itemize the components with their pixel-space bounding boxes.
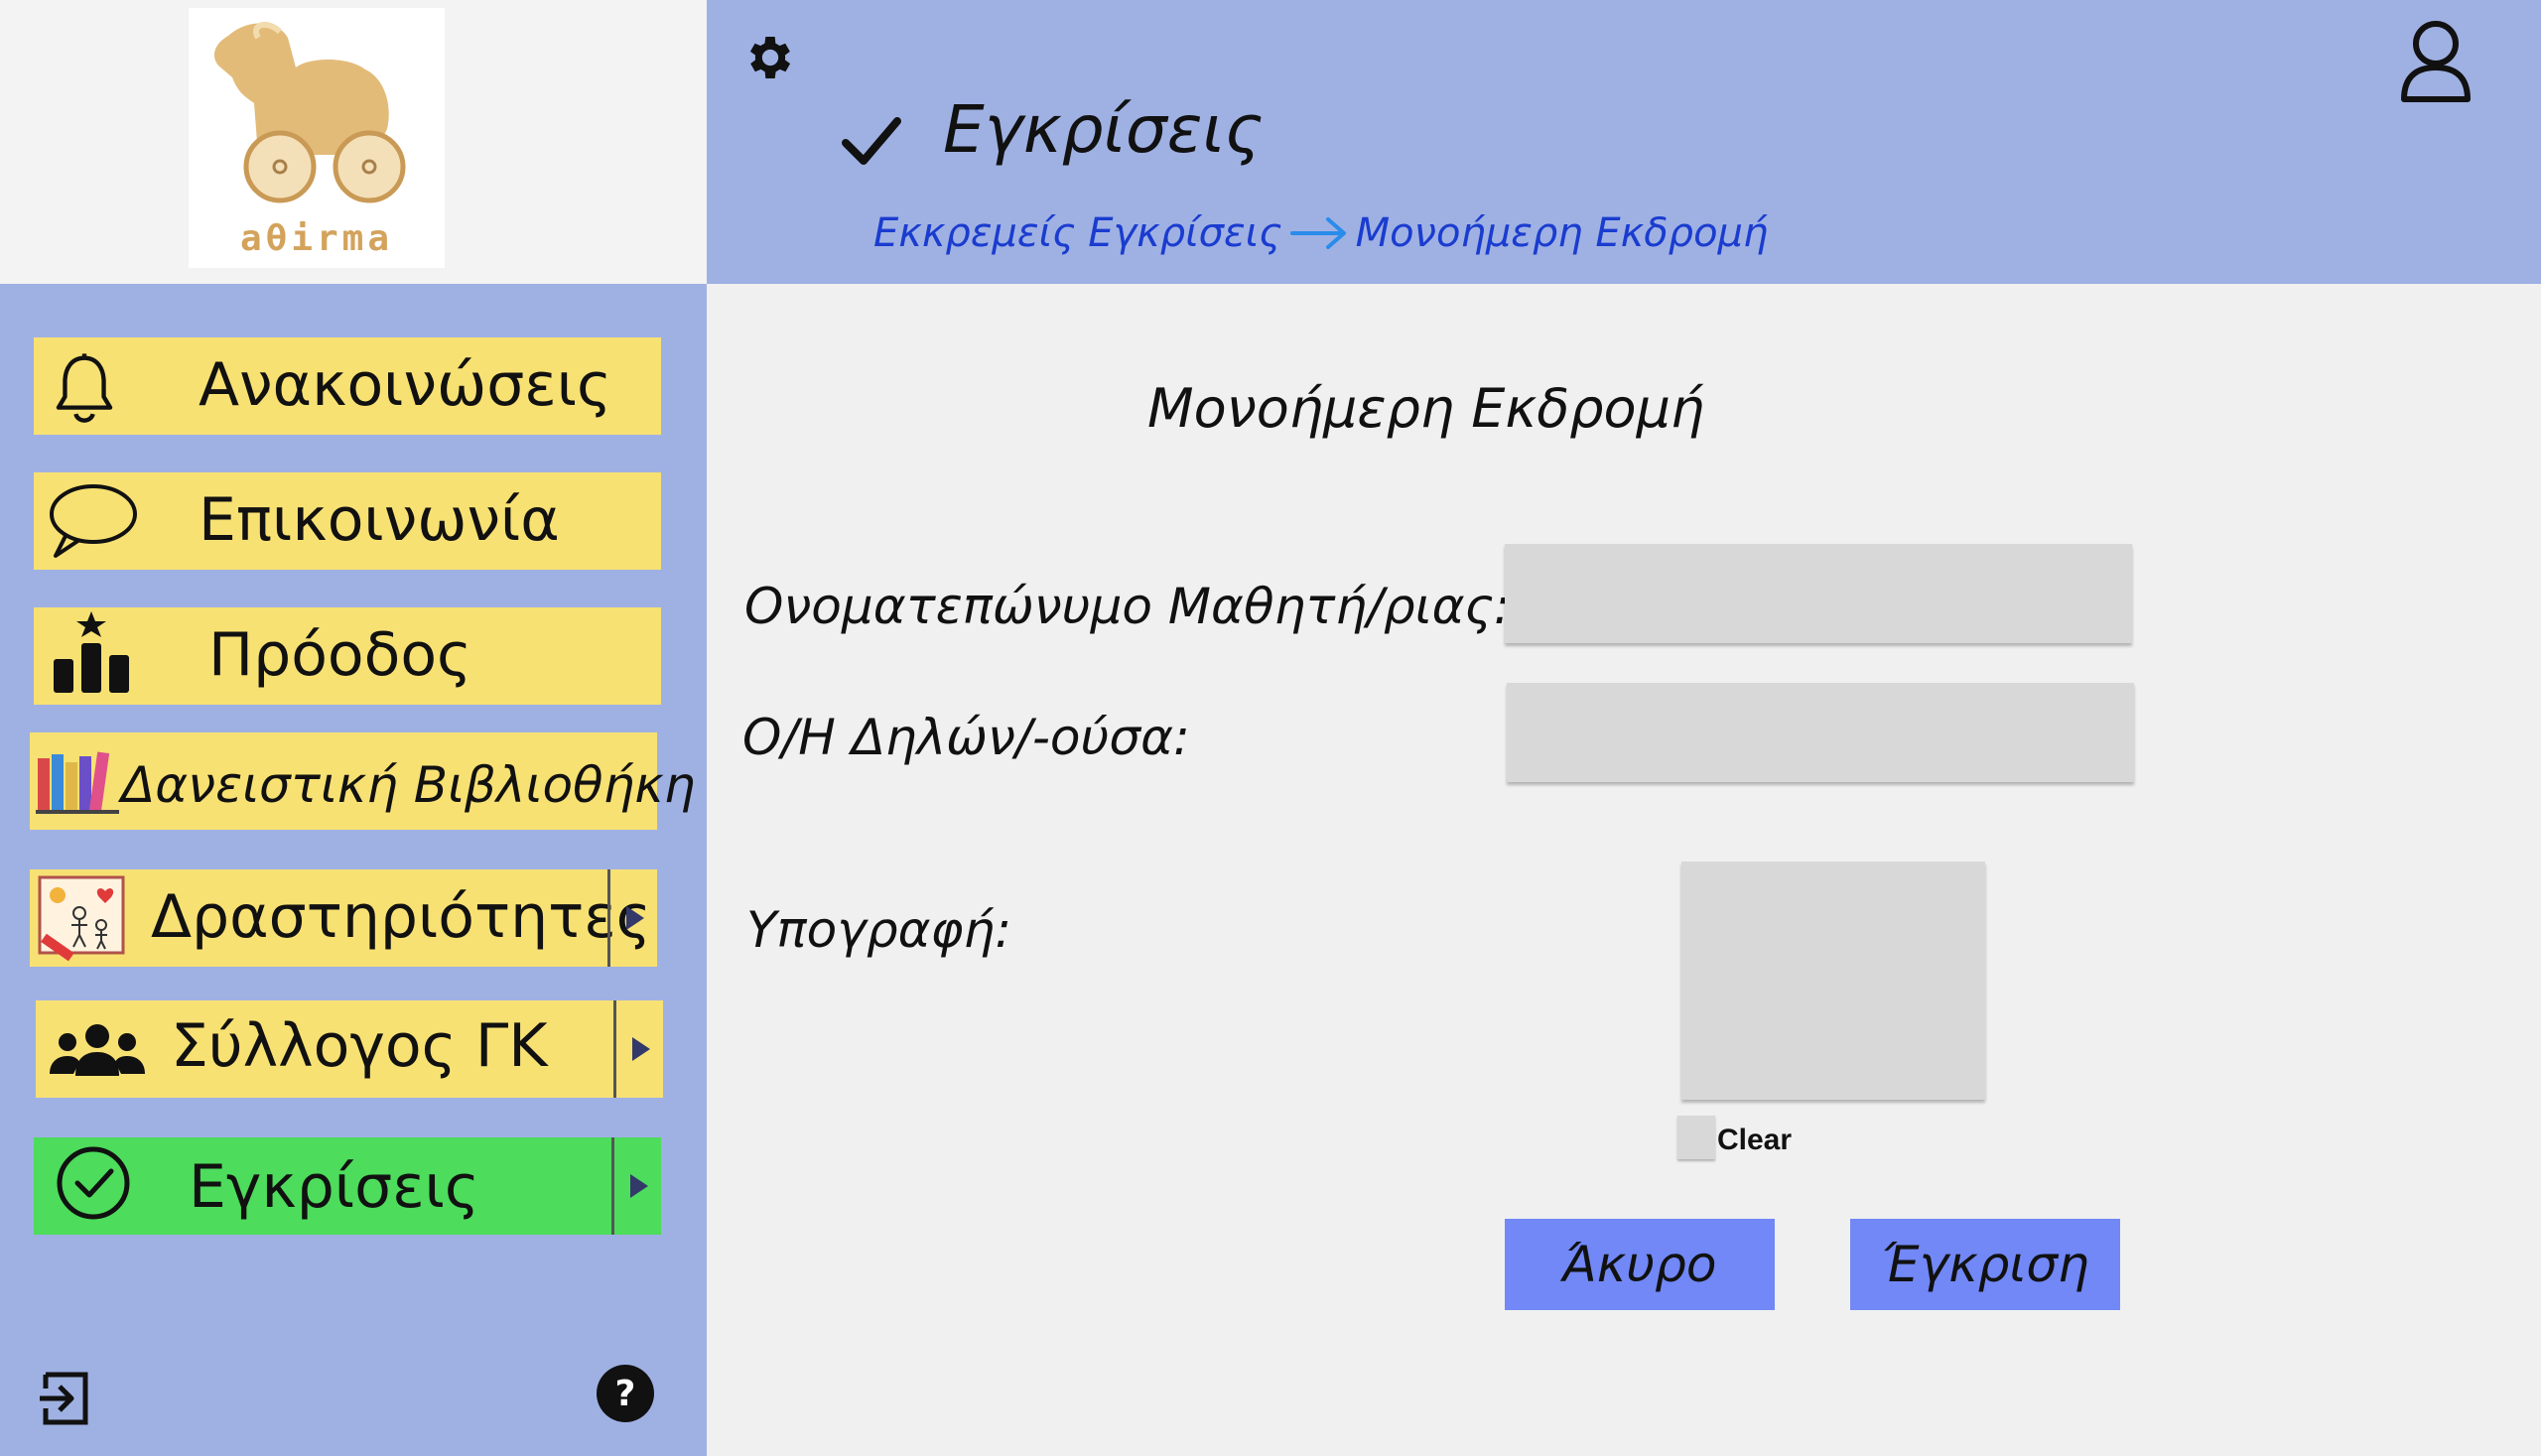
sidebar: Ανακοινώσεις Επικοινωνία Πρόοδος Δανειστ… — [0, 284, 707, 1456]
sidebar-item-library[interactable]: Δανειστική Βιβλιοθήκη — [30, 732, 695, 830]
group-icon — [50, 1024, 145, 1076]
kids-drawing-icon — [38, 875, 125, 962]
top-header: Εγκρίσεις Εκκρεμείς Εγκρίσεις Μονοήμερη … — [707, 0, 2541, 284]
page-title: Εγκρίσεις — [943, 91, 1264, 168]
sidebar-item-label: Επικοινωνία — [199, 485, 560, 555]
breadcrumb-link-pending-approvals[interactable]: Εκκρεμείς Εγκρίσεις — [873, 210, 1282, 256]
cancel-button[interactable]: Άκυρο — [1505, 1219, 1775, 1310]
books-icon — [36, 751, 119, 814]
logout-icon[interactable] — [38, 1371, 93, 1426]
caret-right-icon — [625, 906, 644, 930]
submenu-toggle[interactable] — [607, 869, 657, 967]
logo-wordmark: aθirma — [239, 218, 394, 259]
sidebar-item-activities[interactable]: Δραστηριότητες — [30, 869, 657, 967]
check-circle-icon — [57, 1146, 130, 1220]
sidebar-item-label: Δραστηριότητες — [151, 882, 651, 952]
caret-right-icon — [631, 1037, 650, 1061]
declarant-field[interactable] — [1507, 683, 2134, 782]
declarant-label: Ο/Η Δηλών/-ούσα: — [742, 709, 1190, 766]
help-icon[interactable]: ? — [596, 1364, 655, 1423]
sidebar-item-label: Σύλλογος ΓΚ — [171, 1011, 548, 1081]
student-name-label: Ονοματεπώνυμο Μαθητή/ριας: — [744, 578, 1511, 635]
arrow-right-icon — [1289, 217, 1346, 249]
chat-bubble-icon — [50, 484, 137, 558]
sidebar-item-label: Εγκρίσεις — [189, 1152, 480, 1222]
caret-right-icon — [629, 1174, 648, 1198]
user-profile-icon[interactable] — [2398, 14, 2474, 105]
bell-icon — [56, 353, 113, 423]
submenu-toggle[interactable] — [613, 1000, 663, 1098]
submenu-toggle[interactable] — [611, 1137, 661, 1235]
sidebar-item-label: Πρόοδος — [208, 620, 472, 690]
sidebar-item-label: Ανακοινώσεις — [199, 350, 612, 420]
signature-label: Υπογραφή: — [746, 901, 1012, 959]
wooden-horse-icon — [213, 21, 406, 203]
breadcrumb-current-page[interactable]: Μονοήμερη Εκδρομή — [1356, 210, 1769, 256]
breadcrumb: Εκκρεμείς Εγκρίσεις Μονοήμερη Εκδρομή — [873, 208, 1768, 258]
gear-icon[interactable] — [742, 30, 798, 85]
sidebar-item-parents-association[interactable]: Σύλλογος ΓΚ — [36, 1000, 663, 1098]
check-icon — [842, 117, 901, 165]
svg-text:?: ? — [615, 1374, 636, 1414]
student-name-field[interactable] — [1505, 544, 2132, 643]
sidebar-item-approvals[interactable]: Εγκρίσεις — [34, 1137, 661, 1235]
podium-star-icon — [54, 611, 129, 693]
approve-button[interactable]: Έγκριση — [1850, 1219, 2120, 1310]
sidebar-item-label: Δανειστική Βιβλιοθήκη — [121, 756, 696, 814]
signature-pad[interactable] — [1681, 861, 1985, 1100]
sidebar-item-communication[interactable]: Επικοινωνία — [34, 472, 661, 570]
clear-signature-label[interactable]: Clear — [1717, 1124, 1792, 1157]
sidebar-item-announcements[interactable]: Ανακοινώσεις — [34, 337, 661, 435]
sidebar-item-progress[interactable]: Πρόοδος — [34, 607, 661, 705]
form-title: Μονοήμερη Εκδρομή — [1147, 377, 1705, 440]
logo-area: aθirma — [0, 0, 707, 284]
app-logo[interactable]: aθirma — [189, 8, 445, 268]
clear-signature-button[interactable] — [1677, 1116, 1715, 1159]
